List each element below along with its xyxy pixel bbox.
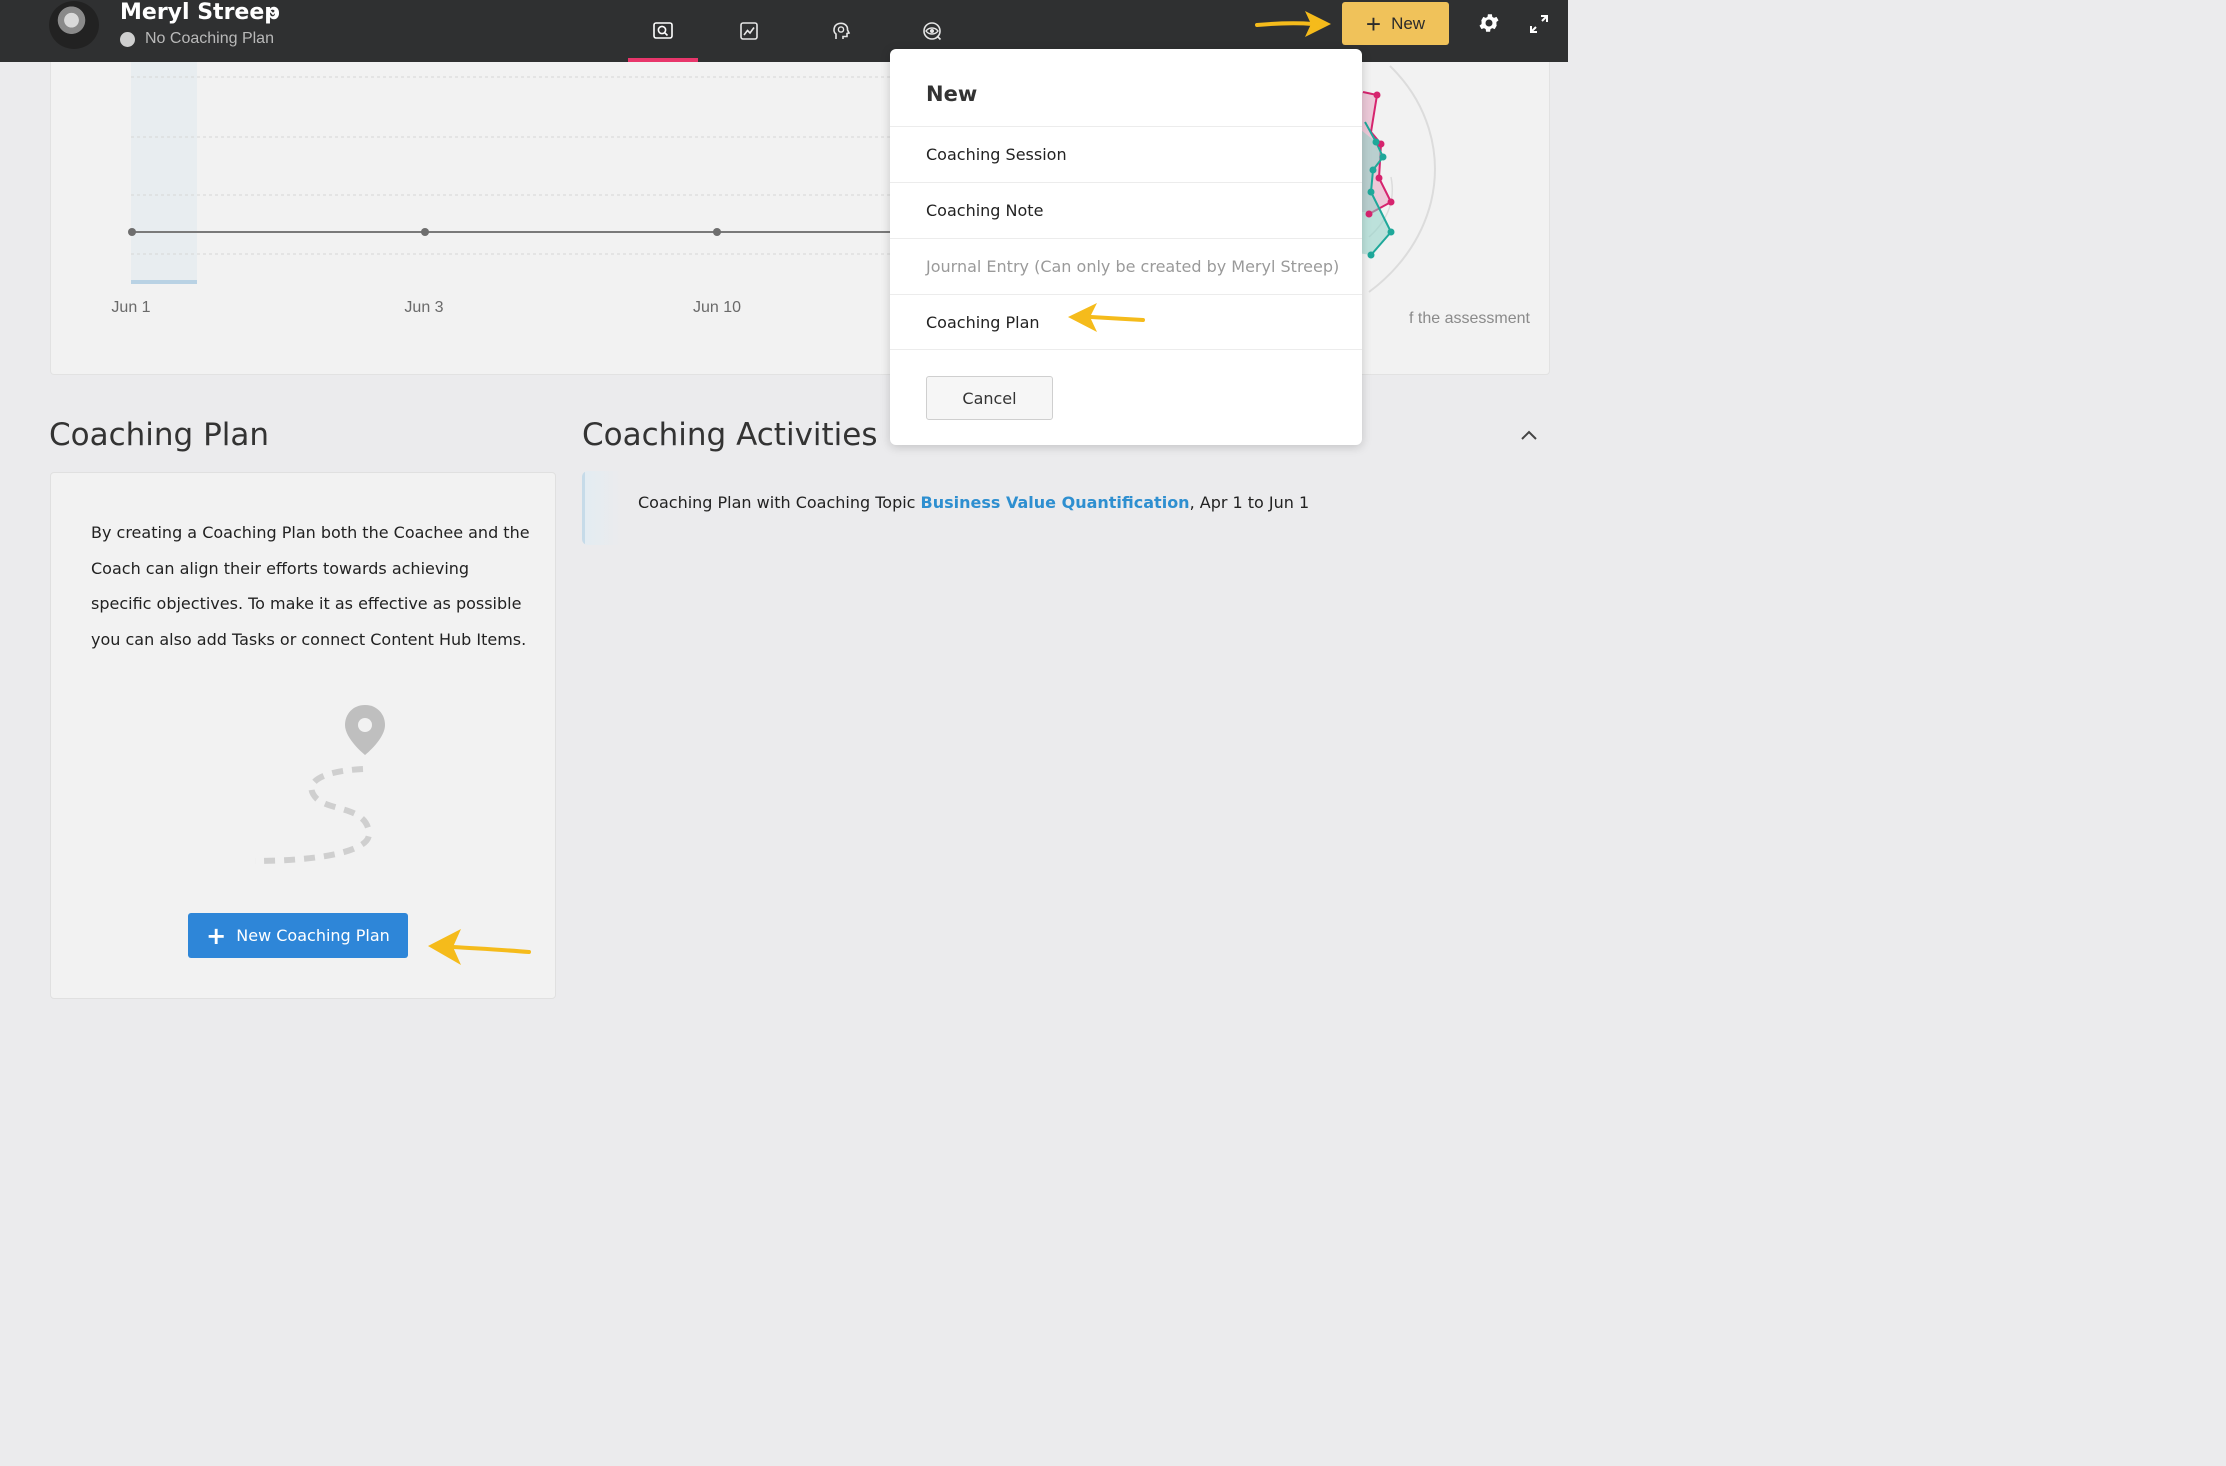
x-tick-label: Jun 3 [404, 299, 443, 316]
status-dot [120, 31, 135, 47]
data-point[interactable] [128, 228, 136, 236]
dropdown-title: New [926, 82, 978, 106]
expand-icon[interactable] [1529, 14, 1549, 34]
coaching-plan-description: By creating a Coaching Plan both the Coa… [91, 523, 530, 649]
plus-icon: + [1365, 8, 1382, 39]
new-button-label: New [1391, 13, 1426, 33]
eye-target-icon [923, 22, 942, 41]
new-button[interactable]: + New [1342, 2, 1449, 45]
assessment-caption: f the assessment [1409, 310, 1530, 327]
cancel-button[interactable]: Cancel [926, 376, 1053, 420]
tab-goals[interactable] [806, 0, 876, 62]
annotation-arrow-menu-item [1068, 303, 1145, 332]
new-coaching-plan-label: New Coaching Plan [236, 926, 390, 945]
activity-date-range: , Apr 1 to Jun 1 [1189, 493, 1310, 512]
x-tick-label: Jun 10 [693, 299, 741, 316]
activity-prefix: Coaching Plan with Coaching Topic [638, 493, 921, 512]
plus-icon: + [206, 921, 227, 950]
coaching-plan-title: Coaching Plan [49, 417, 270, 453]
menu-item-coaching-session[interactable]: Coaching Session [890, 126, 1362, 182]
map-route-icon [254, 705, 385, 864]
search-screen-icon [653, 22, 673, 39]
activity-item[interactable]: Coaching Plan with Coaching Topic Busine… [582, 471, 1522, 545]
head-target-icon [833, 22, 851, 39]
highlight-band [131, 62, 197, 284]
coaching-plan-card: By creating a Coaching Plan both the Coa… [50, 472, 556, 999]
plan-status: No Coaching Plan [120, 29, 274, 49]
data-point[interactable] [421, 228, 429, 236]
menu-item-journal-entry: Journal Entry (Can only be created by Me… [890, 238, 1362, 294]
data-point[interactable] [713, 228, 721, 236]
x-tick-label: Jun 1 [111, 299, 150, 316]
chart-icon [740, 22, 758, 40]
tab-charts[interactable] [714, 0, 784, 62]
activity-marker [582, 471, 620, 545]
activity-text: Coaching Plan with Coaching Topic Busine… [638, 493, 1309, 512]
radar-chart [1351, 65, 1436, 293]
annotation-arrow-new [1255, 11, 1331, 37]
user-name[interactable]: Meryl Streep [120, 0, 280, 25]
coaching-activities-title: Coaching Activities [582, 417, 878, 453]
gear-icon[interactable] [1477, 11, 1501, 35]
avatar[interactable] [49, 1, 99, 49]
menu-item-coaching-note[interactable]: Coaching Note [890, 182, 1362, 238]
menu-divider [890, 349, 1362, 350]
plan-status-text: No Coaching Plan [145, 30, 274, 47]
chevron-down-icon[interactable] [266, 5, 280, 19]
coaching-topic-link[interactable]: Business Value Quantification [921, 493, 1190, 512]
tab-overview[interactable] [628, 0, 698, 62]
new-item-dropdown: New Coaching Session Coaching Note Journ… [890, 49, 1362, 445]
annotation-arrow-plan-button [428, 929, 531, 965]
highlight-band-base [131, 280, 197, 284]
chevron-up-icon[interactable] [1520, 428, 1538, 442]
new-coaching-plan-button[interactable]: + New Coaching Plan [188, 913, 408, 958]
